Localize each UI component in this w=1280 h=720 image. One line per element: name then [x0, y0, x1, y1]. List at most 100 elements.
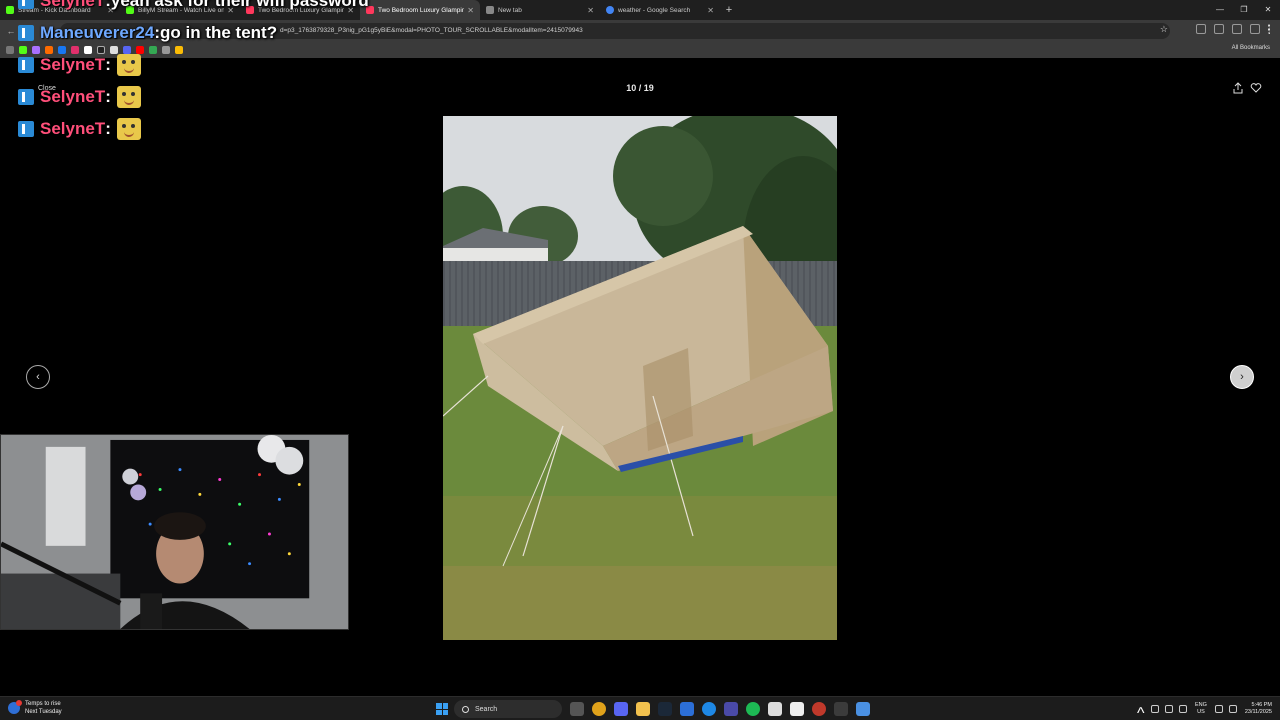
close-window-icon[interactable]: ✕ [1256, 0, 1280, 20]
chat-username: Maneuverer24 [40, 23, 155, 42]
bookmark-icon[interactable] [58, 46, 66, 54]
kick-badge-icon [18, 57, 34, 73]
spongebob-emote-icon [116, 54, 141, 76]
app-icon[interactable] [724, 702, 738, 716]
new-tab-button[interactable]: + [720, 4, 738, 16]
bookmark-icon[interactable] [45, 46, 53, 54]
discord-icon[interactable] [614, 702, 628, 716]
bookmark-icon[interactable] [149, 46, 157, 54]
bookmark-icon[interactable] [19, 46, 27, 54]
clock-time: 5:46 PM [1251, 702, 1272, 708]
windows-start-icon[interactable] [436, 703, 448, 715]
close-tab-icon[interactable]: ✕ [467, 6, 474, 15]
chat-message: SelyneT : [18, 54, 141, 76]
close-tab-icon[interactable]: ✕ [587, 6, 594, 15]
all-bookmarks-link[interactable]: All Bookmarks [1232, 45, 1270, 51]
bookmark-icon[interactable] [97, 46, 105, 54]
chat-message: SelyneT : yeah ask for their wifi passwo… [18, 0, 369, 11]
minimize-icon[interactable]: — [1208, 0, 1232, 20]
kick-favicon-icon [6, 6, 14, 14]
window-controls: — ❐ ✕ [1208, 0, 1280, 20]
kick-badge-icon [18, 121, 34, 137]
kick-badge-icon [18, 25, 34, 41]
chat-username: SelyneT [40, 87, 106, 106]
extension-icon[interactable] [1232, 24, 1242, 34]
app-icon[interactable] [856, 702, 870, 716]
chat-username: SelyneT [40, 55, 106, 74]
kick-badge-icon [18, 89, 34, 105]
volume-icon[interactable] [1228, 705, 1237, 713]
bookmark-icon[interactable] [175, 46, 183, 54]
chrome-icon[interactable] [592, 702, 606, 716]
app-icon[interactable] [790, 702, 804, 716]
share-icon[interactable] [1232, 82, 1244, 94]
bookmark-icon[interactable] [136, 46, 144, 54]
google-favicon-icon [606, 6, 614, 14]
bookmark-icon[interactable] [110, 46, 118, 54]
kick-badge-icon [18, 0, 34, 9]
region-code: US [1197, 709, 1205, 715]
weather-widget[interactable]: Temps to rise Next Tuesday [8, 700, 62, 716]
chat-separator: : [105, 87, 111, 106]
taskbar-apps [570, 702, 870, 716]
bookmark-star-icon[interactable]: ☆ [1160, 24, 1168, 35]
spotify-icon[interactable] [746, 702, 760, 716]
spongebob-emote-icon [116, 118, 141, 140]
bookmark-icon[interactable] [123, 46, 131, 54]
tab-4-active[interactable]: Two Bedroom Luxury Glamping ✕ [360, 0, 480, 20]
tab-title: weather - Google Search [618, 6, 691, 14]
steam-icon[interactable] [658, 702, 672, 716]
chat-username: SelyneT [40, 0, 106, 10]
app-icon[interactable] [812, 702, 826, 716]
maximize-icon[interactable]: ❐ [1232, 0, 1256, 20]
bookmark-icon[interactable] [32, 46, 40, 54]
language-code: ENG [1194, 702, 1207, 708]
chevron-up-icon[interactable]: ^ [1137, 705, 1145, 720]
previous-photo-button[interactable]: ‹ [26, 365, 50, 389]
network-icon[interactable] [1214, 705, 1223, 713]
streamer-webcam [0, 434, 349, 630]
extension-icon[interactable] [1196, 24, 1206, 34]
tray-app-icon[interactable] [1164, 705, 1173, 713]
language-indicator[interactable]: ENG US [1195, 702, 1207, 716]
tab-title: New tab [498, 6, 522, 14]
weather-headline: Temps to rise [25, 701, 61, 707]
next-photo-button[interactable]: › [1230, 365, 1254, 389]
chat-text: go in the tent? [160, 23, 278, 42]
menu-icon[interactable] [1268, 24, 1272, 34]
app-icon[interactable] [680, 702, 694, 716]
chat-message: SelyneT : [18, 86, 141, 108]
bookmark-icon[interactable] [84, 46, 92, 54]
task-view-icon[interactable] [570, 702, 584, 716]
tray-app-icon[interactable] [1178, 705, 1187, 713]
screen: Stream - Kick Dashboard ✕ BillyM Stream -… [0, 0, 1280, 720]
tent-photo [443, 116, 837, 640]
bookmark-icon[interactable] [162, 46, 170, 54]
search-icon [462, 705, 469, 713]
app-icon[interactable] [834, 702, 848, 716]
file-explorer-icon[interactable] [636, 702, 650, 716]
back-arrow-icon[interactable]: ← [4, 26, 18, 36]
taskbar-search[interactable]: Search [454, 700, 562, 718]
spongebob-emote-icon [116, 86, 141, 108]
bookmarks-bar: All Bookmarks [0, 42, 1280, 58]
tab-6[interactable]: weather - Google Search ✕ [600, 0, 720, 20]
bookmark-icon[interactable] [71, 46, 79, 54]
extension-icon[interactable] [1214, 24, 1224, 34]
close-tab-icon[interactable]: ✕ [707, 6, 714, 15]
search-label: Search [475, 705, 498, 713]
tray-app-icon[interactable] [1150, 705, 1159, 713]
apps-grid-icon[interactable] [6, 46, 14, 54]
windows-taskbar: Temps to rise Next Tuesday Search ^ ENG … [0, 696, 1280, 720]
clock[interactable]: 5:46 PM 23/11/2025 [1245, 702, 1272, 716]
tab-5[interactable]: New tab ✕ [480, 0, 600, 20]
edge-icon[interactable] [702, 702, 716, 716]
heart-icon[interactable] [1250, 82, 1262, 94]
clock-date: 23/11/2025 [1244, 709, 1272, 715]
weather-icon [8, 700, 22, 714]
photo-counter: 10 / 19 [626, 83, 654, 93]
chat-separator: : [105, 55, 111, 74]
extension-icon[interactable] [1250, 24, 1260, 34]
chat-separator: : [105, 119, 111, 138]
app-icon[interactable] [768, 702, 782, 716]
